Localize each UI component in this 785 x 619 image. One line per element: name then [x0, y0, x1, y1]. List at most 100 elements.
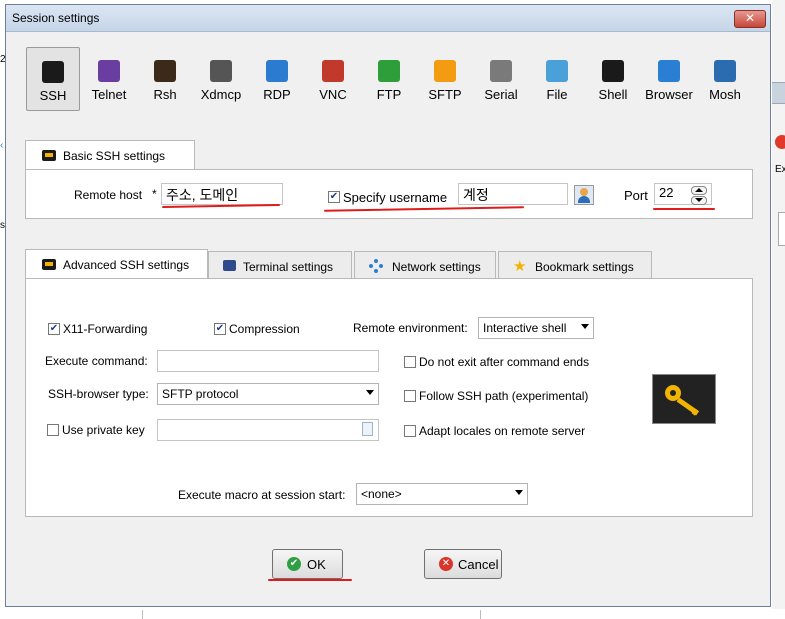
- use-private-key-label: Use private key: [62, 423, 145, 437]
- close-circle-icon: ✕: [439, 557, 453, 571]
- vnc-icon: [322, 60, 344, 82]
- execute-macro-label: Execute macro at session start:: [178, 488, 346, 502]
- chevron-down-icon: [366, 390, 374, 395]
- protocol-rdp-button[interactable]: RDP: [250, 47, 304, 111]
- protocol-xdmcp-button[interactable]: Xdmcp: [194, 47, 248, 111]
- check-icon: ✔: [287, 557, 301, 571]
- adapt-locales-checkbox[interactable]: [404, 425, 416, 437]
- protocol-ftp-button[interactable]: FTP: [362, 47, 416, 111]
- tab-bookmark-settings[interactable]: ★ Bookmark settings: [498, 251, 652, 279]
- tab-network-settings[interactable]: Network settings: [354, 251, 496, 279]
- serial-plug-icon: [490, 60, 512, 82]
- protocol-label: SSH: [39, 88, 67, 103]
- remote-host-label: Remote host: [74, 188, 143, 202]
- protocol-sftp-button[interactable]: SFTP: [418, 47, 472, 111]
- port-label: Port: [624, 188, 648, 203]
- session-settings-dialog: Session settings ✕ SSH Telnet Rsh Xdmcp RDP V…: [5, 4, 771, 607]
- background-app-toolbar-strip: [772, 82, 785, 104]
- background-divider: [142, 610, 143, 619]
- title-bar: Session settings ✕: [6, 5, 770, 32]
- protocol-label: Telnet: [91, 87, 127, 102]
- use-private-key-checkbox[interactable]: [47, 424, 59, 436]
- specify-username-label: Specify username: [343, 190, 448, 205]
- select-value: Interactive shell: [483, 321, 567, 335]
- background-bottom-strip: [0, 609, 785, 619]
- key-icon: [652, 374, 716, 424]
- background-divider: [480, 610, 481, 619]
- chevron-down-icon: [515, 490, 523, 495]
- cancel-button[interactable]: ✕ Cancel: [424, 549, 502, 579]
- ssh-browser-type-select[interactable]: SFTP protocol: [157, 383, 379, 405]
- file-monitor-icon: [546, 60, 568, 82]
- protocol-mosh-button[interactable]: Mosh: [698, 47, 752, 111]
- tab-terminal-settings[interactable]: Terminal settings: [208, 251, 352, 279]
- terminal-icon: [223, 260, 236, 271]
- sftp-globe-icon: [434, 60, 456, 82]
- annotation-underline: [323, 206, 525, 212]
- protocol-telnet-button[interactable]: Telnet: [82, 47, 136, 111]
- protocol-label: Browser: [645, 87, 693, 102]
- browser-globe-icon: [658, 60, 680, 82]
- do-not-exit-label: Do not exit after command ends: [419, 355, 590, 369]
- tab-label: Basic SSH settings: [63, 149, 166, 163]
- background-left-glyph: ‹: [0, 140, 4, 151]
- background-app-text: Ex: [775, 164, 785, 175]
- execute-macro-select[interactable]: <none>: [356, 483, 528, 505]
- basic-settings-panel: Remote host * 주소, 도메인 ✔ Specify username…: [25, 169, 753, 219]
- ssh-browser-type-label: SSH-browser type:: [48, 387, 149, 401]
- spin-down-icon[interactable]: [691, 196, 707, 205]
- user-icon[interactable]: [574, 185, 594, 205]
- select-value: <none>: [361, 487, 402, 501]
- advanced-settings-panel: ✔ X11-Forwarding ✔ Compression Remote en…: [25, 278, 753, 517]
- follow-ssh-path-checkbox[interactable]: [404, 390, 416, 402]
- tab-label: Terminal settings: [243, 260, 334, 274]
- protocol-browser-button[interactable]: Browser: [642, 47, 696, 111]
- protocol-label: Serial: [484, 87, 518, 102]
- cancel-label: Cancel: [458, 557, 499, 572]
- protocol-label: File: [546, 87, 568, 102]
- file-browse-icon[interactable]: [362, 422, 373, 436]
- mosh-satellite-icon: [714, 60, 736, 82]
- compression-checkbox[interactable]: ✔: [214, 323, 226, 335]
- protocol-shell-button[interactable]: Shell: [586, 47, 640, 111]
- xdmcp-icon: [210, 60, 232, 82]
- star-icon: ★: [513, 258, 527, 275]
- protocol-label: Mosh: [709, 87, 741, 102]
- ftp-globe-icon: [378, 60, 400, 82]
- x11-forwarding-checkbox[interactable]: ✔: [48, 323, 60, 335]
- port-spinner[interactable]: [691, 186, 707, 205]
- rsh-icon: [154, 60, 176, 82]
- tab-basic-ssh-settings[interactable]: Basic SSH settings: [25, 140, 195, 170]
- remote-environment-label: Remote environment:: [353, 321, 468, 335]
- protocol-ssh-button[interactable]: SSH: [26, 47, 80, 111]
- execute-command-input[interactable]: [157, 350, 379, 372]
- spin-up-icon[interactable]: [691, 186, 707, 195]
- protocol-serial-button[interactable]: Serial: [474, 47, 528, 111]
- follow-ssh-path-label: Follow SSH path (experimental): [419, 389, 589, 403]
- protocol-label: SFTP: [428, 87, 462, 102]
- wrench-icon: [42, 259, 56, 270]
- protocol-vnc-button[interactable]: VNC: [306, 47, 360, 111]
- private-key-input[interactable]: [157, 419, 379, 441]
- protocol-label: Rsh: [153, 87, 177, 102]
- remote-environment-select[interactable]: Interactive shell: [478, 317, 594, 339]
- remote-host-input[interactable]: 주소, 도메인: [161, 183, 283, 205]
- close-button[interactable]: ✕: [734, 10, 766, 28]
- specify-username-checkbox[interactable]: ✔: [328, 191, 340, 203]
- ok-label: OK: [307, 557, 326, 572]
- ssh-wrench-icon: [42, 61, 64, 83]
- tab-label: Bookmark settings: [535, 260, 634, 274]
- protocol-label: Xdmcp: [200, 87, 242, 102]
- background-app-red-icon: [775, 135, 785, 149]
- tab-label: Advanced SSH settings: [63, 258, 190, 272]
- tab-advanced-ssh-settings[interactable]: Advanced SSH settings: [25, 249, 208, 279]
- protocol-label: FTP: [376, 87, 402, 102]
- wrench-icon: [42, 150, 56, 161]
- chevron-down-icon: [581, 324, 589, 329]
- ok-button[interactable]: ✔ OK: [272, 549, 343, 579]
- protocol-label: RDP: [263, 87, 291, 102]
- protocol-rsh-button[interactable]: Rsh: [138, 47, 192, 111]
- do-not-exit-checkbox[interactable]: [404, 356, 416, 368]
- username-input[interactable]: 계정: [458, 183, 568, 205]
- protocol-file-button[interactable]: File: [530, 47, 584, 111]
